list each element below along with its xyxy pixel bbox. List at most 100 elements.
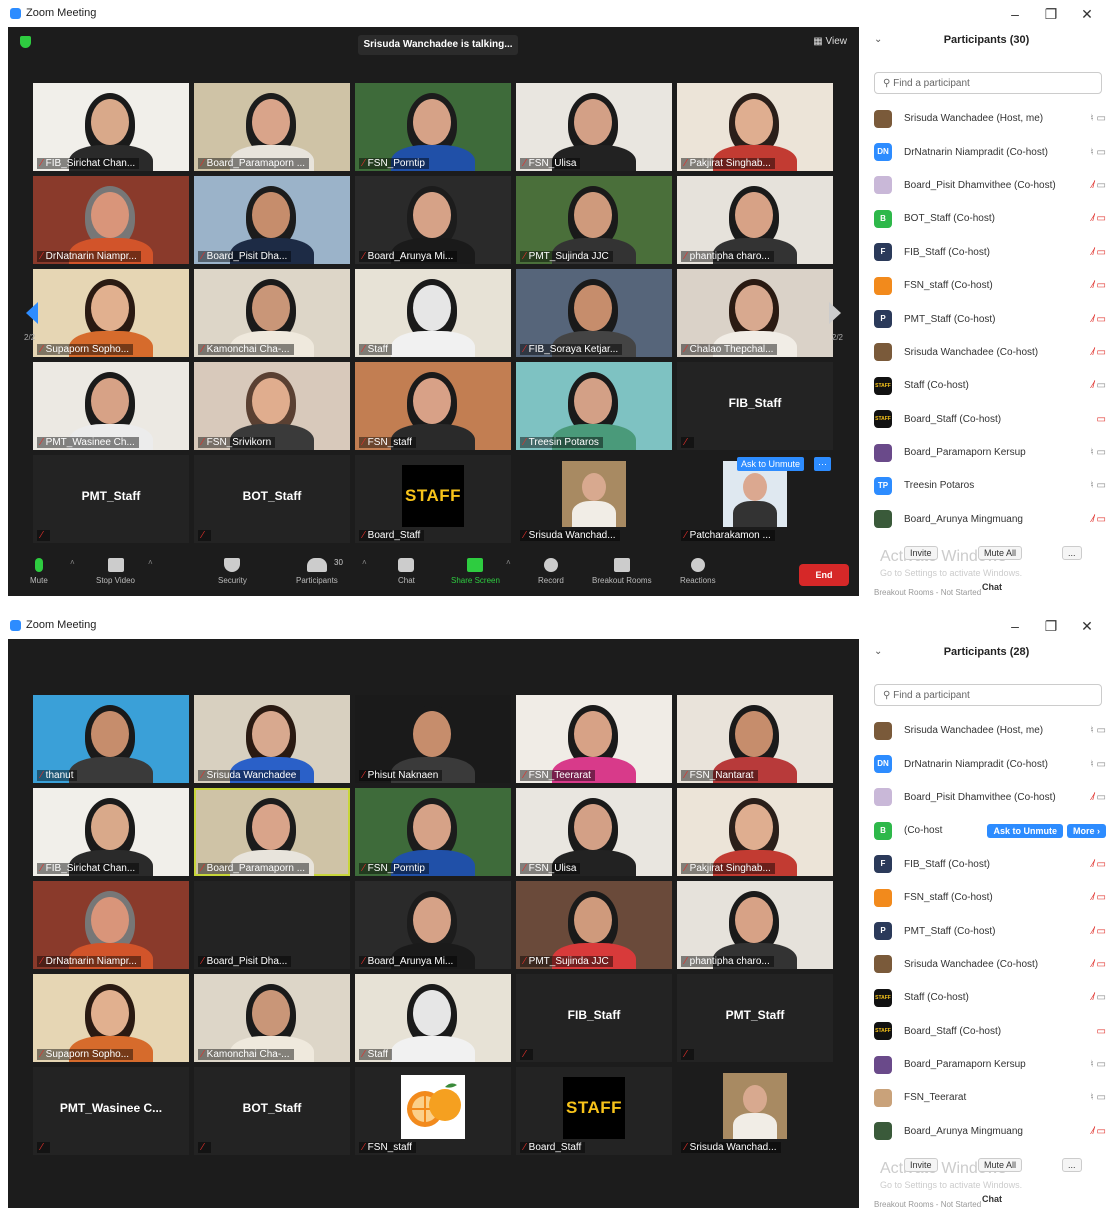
ask-to-unmute-button[interactable]: Ask to Unmute (987, 823, 1063, 838)
participant-row[interactable]: STAFF Staff (Co-host) ⁄̸ ▭ (874, 981, 1106, 1014)
invite-button[interactable]: Invite (904, 546, 938, 560)
participant-tile[interactable]: ⁄ Board_Arunya Mi... (355, 881, 511, 969)
end-meeting-button[interactable]: End (799, 564, 849, 586)
record-button[interactable]: Record (538, 558, 564, 585)
participant-row[interactable]: P PMT_Staff (Co-host) ⁄̸ ▭ (874, 914, 1106, 947)
participant-row[interactable]: Srisuda Wanchadee (Host, me) ♮ ▭ (874, 714, 1106, 747)
participant-search-input[interactable]: ⚲ Find a participant (874, 684, 1102, 706)
view-button[interactable]: ▦ View (813, 36, 847, 47)
participant-row[interactable]: Board_Arunya Mingmuang ⁄̸ ▭ (874, 1115, 1106, 1148)
participant-tile[interactable]: ⁄ phantipha charo... (677, 881, 833, 969)
mute-all-button[interactable]: Mute All (978, 546, 1023, 560)
participant-tile[interactable]: ⁄ FIB_Soraya Ketjar... (516, 269, 672, 357)
participant-tile[interactable]: ⁄ FSN_Porntip (355, 788, 511, 876)
participant-tile[interactable]: STAFF ⁄ Board_Staff (355, 455, 511, 543)
participant-row[interactable]: Srisuda Wanchadee (Host, me) ♮ ▭ (874, 102, 1106, 135)
participant-tile[interactable]: ⁄ Board_Arunya Mi... (355, 176, 511, 264)
participant-tile[interactable]: ⁄ Treesin Potaros (516, 362, 672, 450)
participant-row[interactable]: F FIB_Staff (Co-host) ⁄̸ ▭ (874, 236, 1106, 269)
participant-row[interactable]: FSN_staff (Co-host) ⁄̸ ▭ (874, 269, 1106, 302)
close-button[interactable]: ✕ (1069, 614, 1105, 638)
participant-tile[interactable]: ⁄ Supaporn Sopho... (33, 269, 189, 357)
participant-row[interactable]: Board_Paramaporn Kersup ♮ ▭ (874, 436, 1106, 469)
stop-video-button[interactable]: Stop Video (96, 558, 135, 585)
restore-button[interactable]: ❐ (1033, 2, 1069, 26)
participant-tile[interactable]: ⁄ PMT_Wasinee Ch... (33, 362, 189, 450)
minimize-button[interactable]: – (997, 614, 1033, 638)
more-button[interactable]: ... (1062, 546, 1082, 560)
chat-button[interactable]: Chat (398, 558, 415, 585)
next-page-icon[interactable] (827, 300, 843, 326)
previous-page-icon[interactable] (24, 300, 40, 326)
ask-to-unmute-popup[interactable]: Ask to Unmute (737, 457, 805, 471)
participant-tile[interactable]: ⁄ thanut (33, 695, 189, 783)
minimize-button[interactable]: – (997, 2, 1033, 26)
more-button[interactable]: ... (1062, 1158, 1082, 1172)
participant-row[interactable]: Board_Pisit Dhamvithee (Co-host) ⁄̸ ▭ (874, 169, 1106, 202)
participant-row[interactable]: FSN_staff (Co-host) ⁄̸ ▭ (874, 881, 1106, 914)
video-options-chevron[interactable]: ˄ (148, 558, 153, 567)
participant-row[interactable]: STAFF Board_Staff (Co-host) ▭ (874, 1015, 1106, 1048)
participant-row[interactable]: Board_Paramaporn Kersup ♮ ▭ (874, 1048, 1106, 1081)
participant-row[interactable]: Srisuda Wanchadee (Co-host) ⁄̸ ▭ (874, 948, 1106, 981)
participant-tile[interactable]: ⁄ FSN_Porntip (355, 83, 511, 171)
participant-tile[interactable]: ⁄ FSN_Ulisa (516, 83, 672, 171)
participants-button[interactable]: Participants (296, 558, 338, 585)
invite-button[interactable]: Invite (904, 1158, 938, 1172)
participant-tile[interactable]: ⁄ Staff (355, 974, 511, 1062)
participant-search-input[interactable]: ⚲ Find a participant (874, 72, 1102, 94)
restore-button[interactable]: ❐ (1033, 614, 1069, 638)
reactions-button[interactable]: Reactions (680, 558, 716, 585)
security-button[interactable]: Security (218, 558, 247, 585)
participant-row[interactable]: B BOT_Staff (Co-host) ⁄̸ ▭ (874, 202, 1106, 235)
participant-tile[interactable]: ⁄ DrNatnarin Niampr... (33, 881, 189, 969)
participant-tile[interactable]: ⁄ Srisuda Wanchad... (516, 455, 672, 543)
participant-tile[interactable]: FIB_Staff ⁄ (516, 974, 672, 1062)
mute-options-chevron[interactable]: ˄ (70, 558, 75, 567)
participant-tile[interactable]: ⁄ Phisut Naknaen (355, 695, 511, 783)
participant-tile[interactable]: PMT_Staff ⁄ (677, 974, 833, 1062)
participant-row[interactable]: STAFF Staff (Co-host) ⁄̸ ▭ (874, 369, 1106, 402)
participant-tile[interactable]: ⁄ phantipha charo... (677, 176, 833, 264)
participant-row[interactable]: STAFF Board_Staff (Co-host) ▭ (874, 403, 1106, 436)
participant-row[interactable]: F FIB_Staff (Co-host) ⁄̸ ▭ (874, 848, 1106, 881)
participant-tile[interactable]: ⁄ DrNatnarin Niampr... (33, 176, 189, 264)
participant-tile[interactable]: ⁄ Srisuda Wanchad... (677, 1067, 833, 1155)
participant-tile[interactable]: ⁄ Pakjirat Singhab... (677, 83, 833, 171)
participant-tile[interactable]: BOT_Staff ⁄ (194, 1067, 350, 1155)
participant-row[interactable]: Srisuda Wanchadee (Co-host) ⁄̸ ▭ (874, 336, 1106, 369)
share-options-chevron[interactable]: ˄ (506, 558, 511, 567)
participant-tile[interactable]: ⁄ Board_Pisit Dha... (194, 881, 350, 969)
participant-tile[interactable]: ⁄ Chalao Thepchal... (677, 269, 833, 357)
participant-tile[interactable]: ⁄ FSN_staff (355, 1067, 511, 1155)
share-screen-button[interactable]: Share Screen (451, 558, 500, 585)
participant-row[interactable]: TP Treesin Potaros ♮ ▭ (874, 469, 1106, 502)
participant-row[interactable]: FSN_Teerarat ♮ ▭ (874, 1081, 1106, 1114)
participant-tile[interactable]: FIB_Staff ⁄ (677, 362, 833, 450)
participant-row[interactable]: P PMT_Staff (Co-host) ⁄̸ ▭ (874, 302, 1106, 335)
more-options-popup[interactable]: ··· (814, 457, 831, 471)
participant-tile[interactable]: ⁄ Kamonchai Cha-... (194, 269, 350, 357)
more-options-button[interactable]: More › (1067, 823, 1106, 838)
participant-tile[interactable]: ⁄ FSN_Nantarat (677, 695, 833, 783)
participant-tile[interactable]: PMT_Wasinee C... ⁄ (33, 1067, 189, 1155)
participant-tile[interactable]: PMT_Staff ⁄ (33, 455, 189, 543)
participant-tile[interactable]: ⁄ Pakjirat Singhab... (677, 788, 833, 876)
participant-tile[interactable]: ⁄ Board_Paramaporn ... (194, 83, 350, 171)
participant-tile[interactable]: ⁄ FSN_Ulisa (516, 788, 672, 876)
participant-tile[interactable]: ⁄ Supaporn Sopho... (33, 974, 189, 1062)
participant-tile[interactable]: BOT_Staff ⁄ (194, 455, 350, 543)
participant-tile[interactable]: ⁄ FSN_Teerarat (516, 695, 672, 783)
participant-row[interactable]: Board_Arunya Mingmuang ⁄̸ ▭ (874, 503, 1106, 536)
mute-button[interactable]: Mute (30, 558, 48, 585)
participant-tile[interactable]: ⁄ Board_Paramaporn ... (194, 788, 350, 876)
participant-tile[interactable]: ⁄ FSN_Srivikorn (194, 362, 350, 450)
participant-tile[interactable]: ⁄ FSN_staff (355, 362, 511, 450)
participants-options-chevron[interactable]: ˄ (362, 558, 367, 567)
participant-tile[interactable]: STAFF ⁄ Board_Staff (516, 1067, 672, 1155)
participant-row[interactable]: DN DrNatnarin Niampradit (Co-host) ♮ ▭ (874, 747, 1106, 780)
participant-row[interactable]: DN DrNatnarin Niampradit (Co-host) ♮ ▭ (874, 135, 1106, 168)
participant-row[interactable]: Board_Pisit Dhamvithee (Co-host) ⁄̸ ▭ (874, 781, 1106, 814)
participant-tile[interactable]: ⁄ Board_Pisit Dha... (194, 176, 350, 264)
mute-all-button[interactable]: Mute All (978, 1158, 1023, 1172)
